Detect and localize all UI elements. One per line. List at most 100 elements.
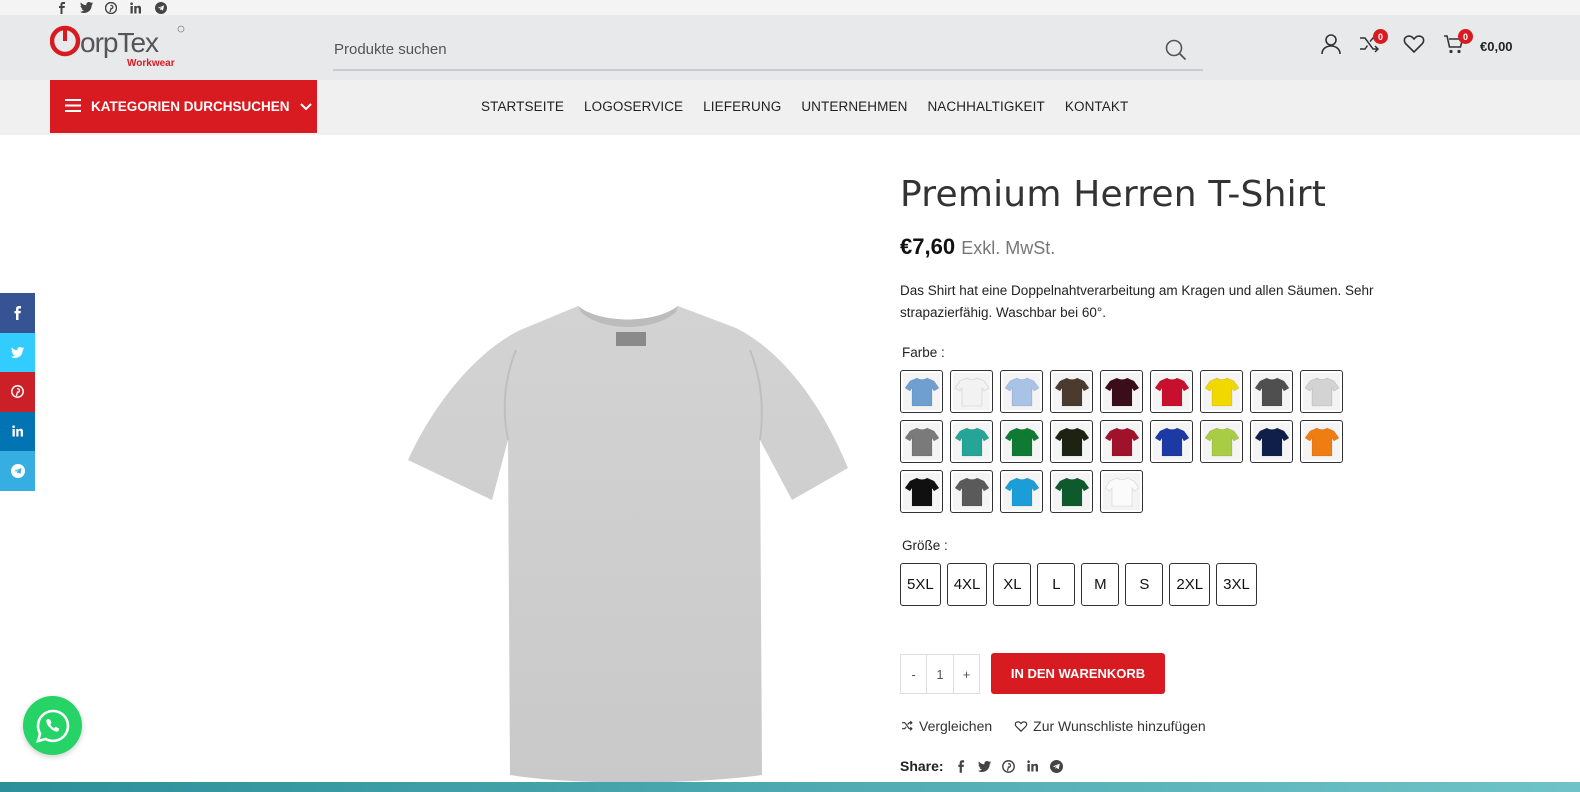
chevron-down-icon: [299, 99, 312, 114]
facebook-icon[interactable]: [954, 759, 968, 773]
color-swatch[interactable]: [1100, 420, 1143, 463]
logo-subtitle: Workwear: [127, 58, 175, 69]
color-swatch[interactable]: [1050, 470, 1093, 513]
nav-startseite[interactable]: STARTSEITE: [481, 99, 564, 114]
compare-link[interactable]: Vergleichen: [900, 718, 992, 734]
color-swatch[interactable]: [1250, 370, 1293, 413]
tax-note: Exkl. MwSt.: [961, 238, 1056, 258]
color-swatch[interactable]: [900, 470, 943, 513]
wishlist-link[interactable]: Zur Wunschliste hinzufügen: [1014, 718, 1206, 734]
color-swatch[interactable]: [1050, 370, 1093, 413]
pinterest-icon[interactable]: [103, 0, 119, 15]
tshirt-icon: [1303, 373, 1340, 410]
size-option-l[interactable]: L: [1037, 563, 1076, 606]
color-swatch[interactable]: [1300, 370, 1343, 413]
cart-total[interactable]: €0,00: [1480, 39, 1513, 54]
search-input[interactable]: [333, 31, 1133, 67]
tshirt-icon: [1153, 423, 1190, 460]
color-swatch[interactable]: [1200, 420, 1243, 463]
color-swatch[interactable]: [1250, 420, 1293, 463]
color-swatch[interactable]: [1050, 420, 1093, 463]
twitter-icon[interactable]: [78, 0, 94, 15]
linkedin-icon[interactable]: [128, 0, 144, 15]
size-options: 5XL 4XL XL L M S 2XL 3XL: [900, 563, 1257, 606]
nav-lieferung[interactable]: LIEFERUNG: [703, 99, 781, 114]
nav-logoservice[interactable]: LOGOSERVICE: [584, 99, 683, 114]
color-swatch[interactable]: [1100, 370, 1143, 413]
wishlist-label: Zur Wunschliste hinzufügen: [1033, 718, 1206, 734]
size-option-s[interactable]: S: [1125, 563, 1164, 606]
browse-categories-label: KATEGORIEN DURCHSUCHEN: [91, 99, 290, 114]
whatsapp-icon: [35, 709, 69, 743]
color-swatch[interactable]: [900, 370, 943, 413]
account-icon[interactable]: [1320, 33, 1342, 63]
facebook-icon[interactable]: [0, 293, 35, 333]
color-swatch[interactable]: [950, 420, 993, 463]
color-swatch[interactable]: [950, 370, 993, 413]
color-swatch[interactable]: [1100, 470, 1143, 513]
size-option-m[interactable]: M: [1081, 563, 1120, 606]
telegram-icon[interactable]: [153, 0, 169, 15]
pinterest-icon[interactable]: [0, 372, 35, 412]
size-option-5xl[interactable]: 5XL: [900, 563, 941, 606]
main-menu: STARTSEITE LOGOSERVICE LIEFERUNG UNTERNE…: [481, 80, 1128, 133]
site-header: orpTex Workwear 0 0 €0,00: [0, 15, 1580, 80]
telegram-icon[interactable]: [1050, 759, 1064, 773]
svg-text:orpTex: orpTex: [80, 27, 159, 58]
product-price: €7,60 Exkl. MwSt.: [900, 234, 1055, 260]
product-image[interactable]: [400, 290, 855, 785]
pinterest-icon[interactable]: [1002, 759, 1016, 773]
tshirt-icon: [903, 473, 940, 510]
top-social-links: [53, 0, 169, 15]
size-option-3xl[interactable]: 3XL: [1216, 563, 1257, 606]
nav-unternehmen[interactable]: UNTERNEHMEN: [801, 99, 907, 114]
tshirt-icon: [953, 473, 990, 510]
add-to-cart-button[interactable]: IN DEN WARENKORB: [991, 653, 1165, 694]
share-label: Share:: [900, 758, 944, 774]
tshirt-icon: [1103, 423, 1140, 460]
color-swatch[interactable]: [1000, 370, 1043, 413]
whatsapp-chat-button[interactable]: [23, 696, 82, 755]
tshirt-icon: [903, 373, 940, 410]
color-label: Farbe :: [902, 345, 945, 360]
heart-icon: [1014, 720, 1028, 732]
tshirt-icon: [903, 423, 940, 460]
tshirt-icon: [953, 373, 990, 410]
color-swatch[interactable]: [1150, 370, 1193, 413]
linkedin-icon[interactable]: [1026, 759, 1040, 773]
browse-categories-button[interactable]: KATEGORIEN DURCHSUCHEN: [50, 80, 317, 133]
tshirt-icon: [1203, 373, 1240, 410]
linkedin-icon[interactable]: [0, 411, 35, 451]
color-swatch[interactable]: [1000, 420, 1043, 463]
nav-kontakt[interactable]: KONTAKT: [1065, 99, 1128, 114]
share-row: Share:: [900, 758, 1064, 774]
product-title: Premium Herren T-Shirt: [900, 174, 1327, 215]
size-option-2xl[interactable]: 2XL: [1169, 563, 1211, 606]
product-actions: Vergleichen Zur Wunschliste hinzufügen: [900, 718, 1206, 734]
qty-input[interactable]: [926, 655, 954, 693]
color-swatch[interactable]: [950, 470, 993, 513]
cart-count-badge: 0: [1458, 29, 1473, 44]
color-swatch[interactable]: [1150, 420, 1193, 463]
compare-icon[interactable]: 0: [1358, 29, 1388, 63]
qty-plus-button[interactable]: +: [954, 655, 979, 693]
telegram-icon[interactable]: [0, 451, 35, 491]
color-swatch[interactable]: [1200, 370, 1243, 413]
tshirt-icon: [1003, 473, 1040, 510]
search-icon[interactable]: [1165, 39, 1189, 63]
twitter-icon[interactable]: [0, 332, 35, 372]
facebook-icon[interactable]: [53, 0, 69, 15]
color-swatch[interactable]: [1000, 470, 1043, 513]
qty-minus-button[interactable]: -: [901, 655, 926, 693]
compare-count-badge: 0: [1373, 29, 1388, 44]
wishlist-icon[interactable]: [1403, 33, 1425, 63]
nav-nachhaltigkeit[interactable]: NACHHALTIGKEIT: [927, 99, 1044, 114]
color-swatch[interactable]: [1300, 420, 1343, 463]
site-logo[interactable]: orpTex Workwear: [49, 23, 190, 73]
size-option-4xl[interactable]: 4XL: [946, 563, 988, 606]
bottom-strip: [0, 782, 1580, 792]
color-swatch[interactable]: [900, 420, 943, 463]
cart-icon[interactable]: 0: [1443, 29, 1473, 63]
size-option-xl[interactable]: XL: [993, 563, 1032, 606]
twitter-icon[interactable]: [978, 759, 992, 773]
